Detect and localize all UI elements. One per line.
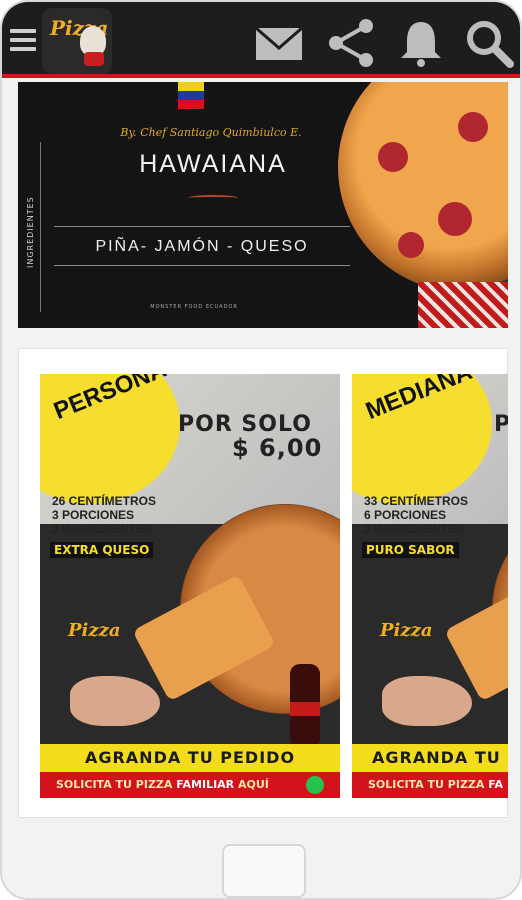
side-label: INGREDIENTES — [26, 196, 35, 268]
pizza-name: HAWAIANA — [139, 150, 287, 178]
extra-badge: PURO SABOR — [362, 542, 459, 558]
menu-icon[interactable] — [8, 24, 38, 56]
promo-logo: Pizza — [380, 620, 433, 641]
search-icon[interactable] — [464, 18, 514, 68]
pepperoni — [378, 142, 408, 172]
soda-label — [290, 702, 320, 716]
hand-image — [382, 676, 472, 726]
cta-text-end: AQUÍ — [238, 778, 269, 791]
bell-icon[interactable] — [396, 18, 446, 68]
spec-portions: 3 PORCIONES — [52, 508, 135, 522]
hand-image — [70, 676, 160, 726]
pizza-image — [338, 82, 508, 292]
app-bar: Pizza — [2, 2, 520, 78]
chef-figure-body — [84, 52, 104, 66]
spec-ingredients: 2 INGREDIENTES — [364, 522, 465, 536]
extra-badge: EXTRA QUESO — [50, 542, 154, 558]
cta-text: SOLICITA TU PIZZA — [368, 778, 485, 791]
price-value: $ 6,00 — [232, 434, 323, 462]
order-banner: AGRANDA TU P — [352, 744, 508, 795]
app-logo[interactable]: Pizza — [42, 8, 112, 74]
price-label: P — [494, 412, 508, 437]
brand-footer: MONSTER FOOD ECUADOR — [150, 304, 238, 310]
chef-credit: By. Chef Santiago Quimbiulco E. — [120, 126, 302, 139]
hero-banner[interactable]: INGREDIENTES By. Chef Santiago Quimbiulc… — [18, 82, 508, 328]
whatsapp-icon[interactable] — [306, 776, 324, 794]
spec-size: 26 CENTÍMETROS — [52, 494, 157, 508]
flag-icon — [178, 82, 204, 110]
mail-icon[interactable] — [254, 18, 304, 68]
pepperoni — [398, 232, 424, 258]
pepperoni — [438, 202, 472, 236]
pepperoni — [458, 112, 488, 142]
ingredients: PIÑA- JAMÓN - QUESO — [54, 226, 350, 266]
cta-highlight: FA — [488, 778, 504, 791]
cta-banner[interactable]: SOLICITA TU PIZZA FA — [352, 772, 508, 798]
promo-mediana[interactable]: MEDIANA P 33 CENTÍMETROS 6 PORCIONES 2 I… — [352, 374, 508, 798]
spec-ingredients: 2 INGREDIENTES — [52, 522, 153, 536]
promo-personal[interactable]: PERSONAL POR SOLO $ 6,00 26 CENTÍMETROS … — [40, 374, 340, 798]
promo-logo: Pizza — [68, 620, 121, 641]
share-icon[interactable] — [326, 18, 376, 68]
spec-size: 33 CENTÍMETROS — [364, 494, 469, 508]
order-banner: AGRANDA TU PEDIDO — [40, 744, 340, 772]
spec-portions: 6 PORCIONES — [364, 508, 447, 522]
cta-banner[interactable]: SOLICITA TU PIZZA FAMILIAR AQUÍ — [40, 772, 340, 798]
cta-text: SOLICITA TU PIZZA — [56, 778, 173, 791]
device-frame: Pizza INGREDIENTES By. Chef Santiago Qui… — [0, 0, 522, 900]
cta-highlight: FAMILIAR — [176, 778, 235, 791]
tablecloth — [418, 282, 508, 328]
mustache-decoration — [188, 195, 238, 201]
home-button[interactable] — [222, 844, 306, 898]
